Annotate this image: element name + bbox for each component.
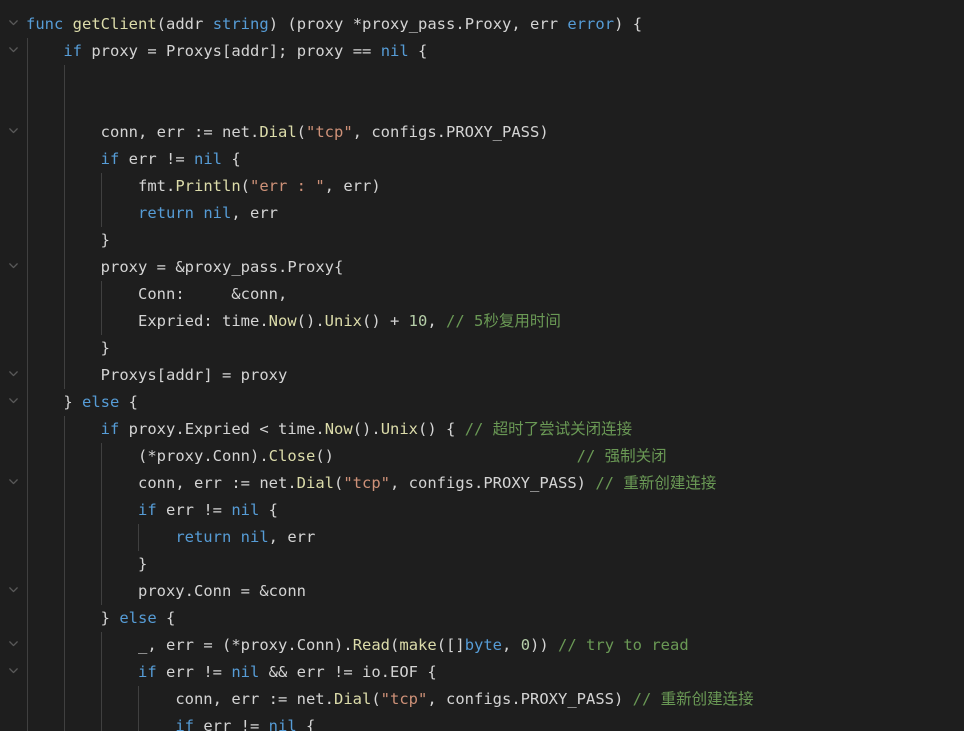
code-line[interactable]: if err != nil {	[0, 497, 964, 524]
code-line-text: conn, err := net.Dial("tcp", configs.PRO…	[137, 474, 717, 492]
fold-chevron-down-icon[interactable]	[7, 16, 20, 29]
code-line[interactable]: return nil, err	[0, 200, 964, 227]
code-line-text: } else {	[26, 609, 176, 627]
code-line-text: Conn: &conn,	[137, 285, 288, 303]
code-line-text: Expried: time.Now().Unix() + 10, // 5秒复用…	[137, 312, 561, 330]
code-line[interactable]: conn, err := net.Dial("tcp", configs.PRO…	[0, 470, 964, 497]
code-line[interactable]: }	[0, 335, 964, 362]
code-line-text: (*proxy.Conn).Close() // 强制关闭	[26, 447, 667, 465]
code-line-text: conn, err := net.Dial("tcp", configs.PRO…	[100, 123, 549, 141]
fold-chevron-down-icon[interactable]	[7, 637, 20, 650]
code-line[interactable]: Expried: time.Now().Unix() + 10, // 5秒复用…	[0, 308, 964, 335]
code-line[interactable]	[0, 65, 964, 92]
code-content[interactable]: func getClient(addr string) (proxy *prox…	[0, 0, 964, 731]
code-line-text: if proxy = Proxys[addr]; proxy == nil {	[63, 42, 428, 60]
editor-gutter[interactable]	[0, 0, 26, 731]
code-line-text: if err != nil {	[175, 717, 316, 731]
code-line[interactable]: return nil, err	[0, 524, 964, 551]
code-line-text: _, err = (*proxy.Conn).Read(make([]byte,…	[137, 636, 689, 654]
code-line-text: return nil, err	[175, 528, 316, 546]
code-line[interactable]: Conn: &conn,	[0, 281, 964, 308]
code-line[interactable]: }	[0, 227, 964, 254]
code-line[interactable]: Proxys[addr] = proxy	[0, 362, 964, 389]
code-line[interactable]: if err != nil {	[0, 713, 964, 731]
code-line-text: return nil, err	[137, 204, 278, 222]
code-line[interactable]	[0, 92, 964, 119]
code-line-text: Proxys[addr] = proxy	[100, 366, 288, 384]
fold-chevron-down-icon[interactable]	[7, 583, 20, 596]
code-line[interactable]: proxy = &proxy_pass.Proxy{	[0, 254, 964, 281]
code-line-text: proxy = &proxy_pass.Proxy{	[100, 258, 344, 276]
code-line-text: func getClient(addr string) (proxy *prox…	[26, 15, 643, 33]
code-line[interactable]: func getClient(addr string) (proxy *prox…	[0, 11, 964, 38]
editor-left-edge	[0, 0, 1, 731]
code-line[interactable]: (*proxy.Conn).Close() // 强制关闭	[0, 443, 964, 470]
code-line[interactable]: if proxy.Expried < time.Now().Unix() { /…	[0, 416, 964, 443]
code-line[interactable]: _, err = (*proxy.Conn).Read(make([]byte,…	[0, 632, 964, 659]
fold-chevron-down-icon[interactable]	[7, 475, 20, 488]
code-line-text: if err != nil {	[100, 150, 241, 168]
code-line-text: if err != nil {	[137, 501, 278, 519]
code-line[interactable]: } else {	[0, 605, 964, 632]
code-editor[interactable]: func getClient(addr string) (proxy *prox…	[0, 0, 964, 731]
code-line[interactable]: conn, err := net.Dial("tcp", configs.PRO…	[0, 119, 964, 146]
fold-chevron-down-icon[interactable]	[7, 43, 20, 56]
fold-chevron-down-icon[interactable]	[7, 367, 20, 380]
fold-chevron-down-icon[interactable]	[7, 664, 20, 677]
code-line-text: if err != nil && err != io.EOF {	[137, 663, 437, 681]
code-line[interactable]: if err != nil {	[0, 146, 964, 173]
fold-chevron-down-icon[interactable]	[7, 124, 20, 137]
code-line-text: fmt.Println("err : ", err)	[137, 177, 381, 195]
code-line[interactable]: proxy.Conn = &conn	[0, 578, 964, 605]
code-line[interactable]: fmt.Println("err : ", err)	[0, 173, 964, 200]
code-line[interactable]: conn, err := net.Dial("tcp", configs.PRO…	[0, 686, 964, 713]
code-line[interactable]: }	[0, 551, 964, 578]
code-line-text: if proxy.Expried < time.Now().Unix() { /…	[100, 420, 633, 438]
code-line[interactable]: } else {	[0, 389, 964, 416]
code-line[interactable]: if err != nil && err != io.EOF {	[0, 659, 964, 686]
code-line-text: conn, err := net.Dial("tcp", configs.PRO…	[175, 690, 754, 708]
code-line-text: proxy.Conn = &conn	[137, 582, 306, 600]
fold-chevron-down-icon[interactable]	[7, 259, 20, 272]
code-line[interactable]: if proxy = Proxys[addr]; proxy == nil {	[0, 38, 964, 65]
fold-chevron-down-icon[interactable]	[7, 394, 20, 407]
